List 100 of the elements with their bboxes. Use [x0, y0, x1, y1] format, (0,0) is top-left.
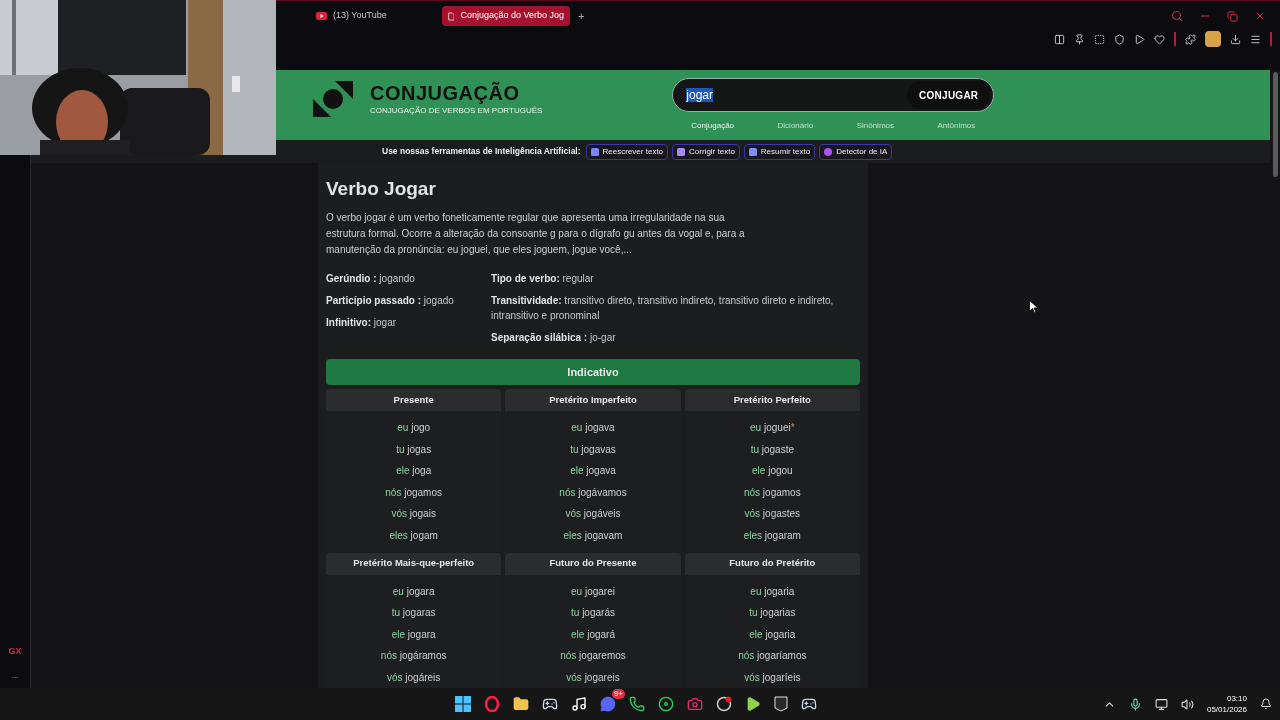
conjugation-form: ele jogava — [570, 464, 616, 479]
nav-link[interactable]: Conjugação — [691, 120, 735, 132]
verb-title: Verbo Jogar — [326, 177, 437, 201]
conjugation-form: ele jogaria — [749, 627, 796, 642]
new-tab-button[interactable]: + — [574, 7, 589, 25]
verb-detail: Tipo de verbo: regular — [491, 272, 595, 286]
conjugation-form: vós jogaríeis — [744, 670, 801, 685]
music-disc-icon[interactable] — [658, 696, 674, 712]
conjugation-form: nós jogamos — [743, 485, 801, 500]
conjugation-form: tu jogaste — [750, 442, 794, 457]
video-icon — [316, 12, 327, 20]
conjugation-form: ele joga — [396, 464, 432, 479]
conjugation-form: eu jogarei — [571, 584, 615, 599]
conjugation-form: nós jogaríamos — [738, 649, 807, 664]
ai-tool-button[interactable]: Corrigir texto — [672, 143, 740, 160]
close-icon[interactable] — [1254, 10, 1266, 22]
site-title: CONJUGAÇÃO — [370, 81, 521, 105]
conjugation-form: tu jogarias — [749, 606, 796, 621]
conjugation-form: eu jogo — [397, 421, 431, 435]
restore-icon[interactable] — [1227, 10, 1238, 22]
conjugation-form: nós jogaremos — [560, 649, 626, 664]
conjugation-form: nós jogamos — [385, 485, 442, 500]
menu-icon[interactable] — [1250, 33, 1261, 45]
windows-icon[interactable] — [455, 696, 471, 712]
record-icon[interactable] — [716, 696, 732, 712]
extensions-icon[interactable] — [1185, 33, 1196, 45]
search-field[interactable]: jogar — [686, 86, 908, 104]
mouse-pointer-icon — [1029, 300, 1038, 314]
browser-tab[interactable]: Conjugação do Verbo Jog — [442, 6, 570, 26]
browser-icon[interactable] — [484, 696, 500, 712]
pin-icon[interactable] — [1074, 33, 1085, 45]
verb-description: O verbo jogar é um verbo foneticamente regular que apresenta uma irregularidade na sua estrutura formal. Ocorre a alteração da consoante g para o dígrafo gu antes da vogal e, para a manutenção da pronúncia: eu joguei, que eles joguem, jogue você,... — [326, 211, 746, 257]
verb-detail: Infinitivo: jogar — [326, 316, 398, 330]
chat-icon[interactable] — [600, 696, 616, 712]
snapshot-icon[interactable] — [1094, 33, 1105, 45]
search-icon[interactable] — [1171, 10, 1183, 22]
camera-icon[interactable] — [687, 696, 703, 712]
game-controller-icon[interactable] — [801, 696, 817, 712]
tense-header: Presente — [326, 389, 502, 411]
tense-header: Pretérito Imperfeito — [505, 389, 681, 411]
conjugation-form: tu jogavas — [570, 442, 616, 457]
game-icon[interactable] — [542, 696, 558, 712]
download-icon[interactable] — [1230, 33, 1241, 45]
conjugation-form: eles jogam — [389, 528, 438, 543]
scrollbar-thumb[interactable] — [1272, 72, 1278, 177]
mood-header: Indicativo — [326, 359, 860, 385]
verb-detail: Gerúndio : jogando — [326, 272, 416, 286]
conjugation-form: nós jogávamos — [559, 485, 627, 500]
browser-tab[interactable]: (13) YouTube — [310, 6, 438, 26]
music-note-icon[interactable] — [571, 696, 587, 712]
verb-detail: Particípio passado : jogado — [326, 294, 455, 308]
ai-tool-button[interactable]: Detector de IA — [819, 143, 893, 160]
network-icon[interactable] — [1154, 697, 1168, 711]
phone-icon[interactable] — [629, 696, 645, 712]
split-view-icon[interactable] — [1054, 33, 1065, 45]
page-icon — [448, 10, 455, 22]
tense-header: Futuro do Pretérito — [684, 552, 860, 575]
ai-tools-label: Use nossas ferramentas de Inteligência Artificial: — [382, 145, 581, 158]
conjugation-form: vós jogáreis — [386, 670, 441, 685]
conjugation-form: nós jogáramos — [380, 649, 447, 664]
conjugation-form: vós jogastes — [744, 507, 801, 522]
gx-badge[interactable]: GX — [8, 644, 22, 658]
heart-icon[interactable] — [1154, 33, 1165, 45]
conjugation-form: tu jogaras — [391, 606, 436, 621]
microphone-icon[interactable] — [1128, 697, 1142, 711]
ai-tool-button[interactable]: Resumir texto — [743, 143, 816, 160]
clock-time: 03:10 — [1226, 693, 1247, 704]
tense-header: Pretérito Perfeito — [684, 389, 860, 411]
conjugation-form: eu jogaria — [750, 584, 795, 599]
conjugation-form: eles jogaram — [743, 528, 801, 543]
play-icon[interactable] — [1134, 33, 1145, 45]
tense-header: Futuro do Presente — [505, 552, 681, 575]
folder-icon[interactable] — [513, 696, 529, 712]
clock-date: 05/01/2026 — [1206, 704, 1247, 715]
conjugation-form: eles jogavam — [563, 528, 623, 543]
shield-icon[interactable] — [1114, 33, 1125, 45]
avatar[interactable] — [1205, 31, 1221, 47]
conjugation-form: tu jogas — [396, 442, 432, 457]
conjugation-form: ele jogara — [391, 627, 436, 642]
ai-tool-button[interactable]: Reescrever texto — [585, 143, 669, 160]
verb-detail: Transitividade: transitivo direto, transitivo indireto, transitivo direto e indireto, intransitivo e pronominal — [491, 294, 835, 323]
conjugation-form: vós jogáveis — [565, 507, 621, 522]
conjugation-form: eu jogara — [392, 584, 435, 599]
logo-icon — [313, 81, 353, 117]
conjugation-form: ele jogou — [752, 464, 793, 479]
conjugation-form: vós jogareis — [566, 670, 620, 685]
conjugation-form: tu jogarás — [571, 606, 615, 621]
play-icon[interactable] — [745, 696, 761, 712]
more-button[interactable]: ... — [11, 670, 19, 682]
conjugation-form: vós jogais — [391, 507, 436, 522]
verb-detail: Separação silábica : jo-gar — [491, 331, 617, 345]
conjugate-button[interactable]: CONJUGAR — [907, 81, 991, 109]
notification-badge: 9+ — [611, 689, 625, 699]
conjugation-form: eu joguei* — [750, 421, 795, 435]
conjugation-form: ele jogará — [571, 627, 615, 642]
tense-header: Pretérito Mais-que-perfeito — [326, 552, 502, 575]
conjugation-form: eu jogava — [571, 421, 615, 435]
notification-icon[interactable] — [1260, 698, 1272, 710]
volume-icon[interactable] — [1180, 697, 1194, 711]
site-subtitle: CONJUGAÇÃO DE VERBOS EM PORTUGUÊS — [370, 105, 543, 117]
